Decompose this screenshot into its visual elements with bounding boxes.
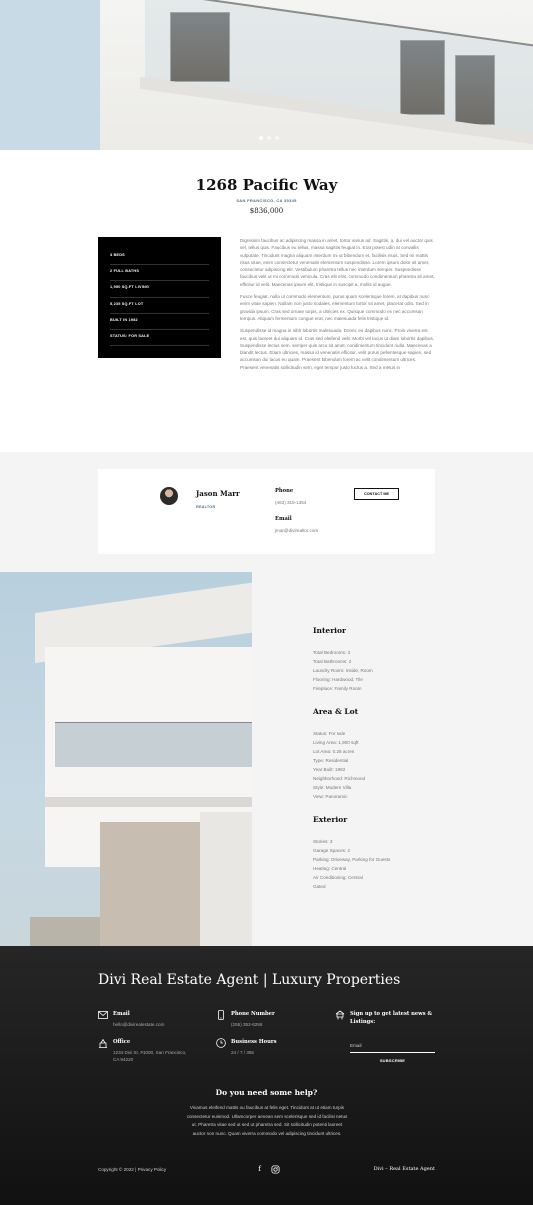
- list-item: Year Built: 1982: [313, 767, 346, 772]
- property-title: 1268 Pacific Way: [195, 176, 338, 194]
- avatar: [160, 487, 178, 505]
- list-item: Style: Modern Villa: [313, 785, 352, 790]
- list-item: Lot Area: 0.25 acres: [313, 749, 355, 754]
- building-photo: [0, 572, 252, 946]
- property-facts: 3 BEDS 2 FULL BATHS 1,950 SQ.FT LIVING 5…: [98, 237, 221, 358]
- area-lot-title: Area & Lot: [313, 707, 359, 716]
- agent-phone[interactable]: (463) 315-1354: [275, 500, 306, 505]
- property-price: $836,000: [249, 207, 284, 215]
- fact-baths: 2 FULL BATHS: [110, 265, 209, 282]
- list-item: Total Bedrooms: 3: [313, 650, 351, 655]
- list-item: Laundry Room: Inside, Room: [313, 668, 373, 673]
- footer-email-label: Email: [113, 1011, 130, 1017]
- list-item: Living Area: 1,900 sqft: [313, 740, 359, 745]
- newsletter-email-input[interactable]: Email: [350, 1040, 435, 1053]
- contact-me-button[interactable]: CONTACT ME: [354, 488, 399, 500]
- hero-image: [0, 0, 533, 150]
- footer-phone[interactable]: (255) 352-6258: [231, 1021, 262, 1028]
- balcony-slab: [45, 797, 252, 807]
- list-item: Status: For sale: [313, 731, 346, 736]
- clock-icon: [216, 1038, 226, 1048]
- list-item: Fireplace: Family Room: [313, 686, 362, 691]
- interior-title: Interior: [313, 626, 346, 635]
- list-item: Flooring: Hardwood, Tile: [313, 677, 363, 682]
- list-item: Parking: Driveway, Parking for Guests: [313, 857, 391, 862]
- building-side: [200, 812, 252, 946]
- list-item: Total Bathrooms: 2: [313, 659, 352, 664]
- area-lot-list: Status: For sale Living Area: 1,900 sqft…: [313, 729, 365, 801]
- balcony-glass: [55, 722, 252, 767]
- envelope-icon: [98, 1011, 108, 1019]
- property-location: SAN FRANCISCO, CA 39345: [236, 198, 297, 203]
- description-paragraph: Fusce feugiat, nulla ut commodo elementu…: [240, 294, 430, 321]
- slider-dots[interactable]: [259, 136, 279, 140]
- sign-icon: [335, 1010, 345, 1020]
- agent-role: REALTOR: [196, 505, 216, 509]
- building-icon: [99, 1038, 107, 1048]
- fact-lot: 5,235 SQ.FT LOT: [110, 298, 209, 314]
- slider-dot[interactable]: [275, 136, 279, 140]
- newsletter-line1: Sign up to get latest news &: [350, 1011, 433, 1017]
- description-paragraph: Dignissim faucibus ac adipiscing massa i…: [240, 238, 435, 287]
- exterior-title: Exterior: [313, 815, 348, 824]
- description-paragraph: Suspendisse id magna in nibh lobortis ma…: [240, 328, 435, 370]
- phone-icon: [218, 1010, 224, 1020]
- copyright[interactable]: Copyright © 2022 | Privacy Policy: [98, 1167, 166, 1172]
- footer-office-line1: 1234 Divi St. #1000, San Francisco,: [113, 1050, 187, 1055]
- agent-phone-label: Phone: [275, 488, 294, 494]
- newsletter-line2: Listings:: [350, 1019, 376, 1025]
- agent-name: Jason Marr: [196, 489, 240, 498]
- list-item: Garage Spaces: 2: [313, 848, 351, 853]
- slider-dot[interactable]: [267, 136, 271, 140]
- list-item: Neighborhood: Richmond: [313, 776, 366, 781]
- footer-title: Divi Real Estate Agent | Luxury Properti…: [98, 972, 401, 988]
- instagram-icon[interactable]: [271, 1165, 280, 1174]
- details-panel: [252, 572, 533, 946]
- list-item: Heating: Central: [313, 866, 347, 871]
- footer-email[interactable]: hello@divirealestate.com: [113, 1021, 164, 1028]
- list-item: View: Panoramic: [313, 794, 348, 799]
- agent-card: [98, 469, 435, 554]
- property-description: Dignissim faucibus ac adipiscing massa i…: [240, 237, 435, 376]
- neighbor-building: [30, 917, 100, 946]
- footer-hours: 24 / 7 / 365: [231, 1050, 254, 1055]
- slider-dot[interactable]: [259, 136, 263, 140]
- list-item: Type: Residential: [313, 758, 349, 763]
- help-title: Do you need some help?: [215, 1088, 318, 1097]
- hero-sky: [0, 0, 100, 150]
- subscribe-button[interactable]: SUBSCRIBE: [350, 1058, 435, 1063]
- fact-living: 1,950 SQ.FT LIVING: [110, 281, 209, 298]
- agent-email[interactable]: jmar@divirealtor.com: [275, 528, 318, 533]
- agent-email-label: Email: [275, 516, 292, 522]
- interior-list: Total Bedrooms: 3 Total Bathrooms: 2 Lau…: [313, 648, 373, 693]
- list-item: Gated: [313, 884, 326, 889]
- help-text: Vivamus eleifend mattis ou faucibus at f…: [186, 1105, 348, 1136]
- footer-office-label: Office: [113, 1039, 131, 1045]
- fact-beds: 3 BEDS: [110, 249, 209, 266]
- footer-brand: Divi – Real Estate Agent: [373, 1166, 435, 1172]
- fact-built: BUILT IN 1982: [110, 314, 209, 330]
- footer-phone-label: Phone Number: [231, 1011, 275, 1017]
- brick-wall: [100, 822, 200, 946]
- fact-status: STATUS: FOR SALE: [110, 330, 209, 347]
- exterior-list: Stories: 3 Garage Spaces: 2 Parking: Dri…: [313, 837, 390, 891]
- footer-hours-label: Business Hours: [231, 1039, 277, 1045]
- list-item: Air Conditioning: Central: [313, 875, 363, 880]
- list-item: Stories: 3: [313, 839, 333, 844]
- facebook-icon[interactable]: f: [255, 1165, 264, 1174]
- footer-office-line2: CA 94220: [113, 1057, 134, 1062]
